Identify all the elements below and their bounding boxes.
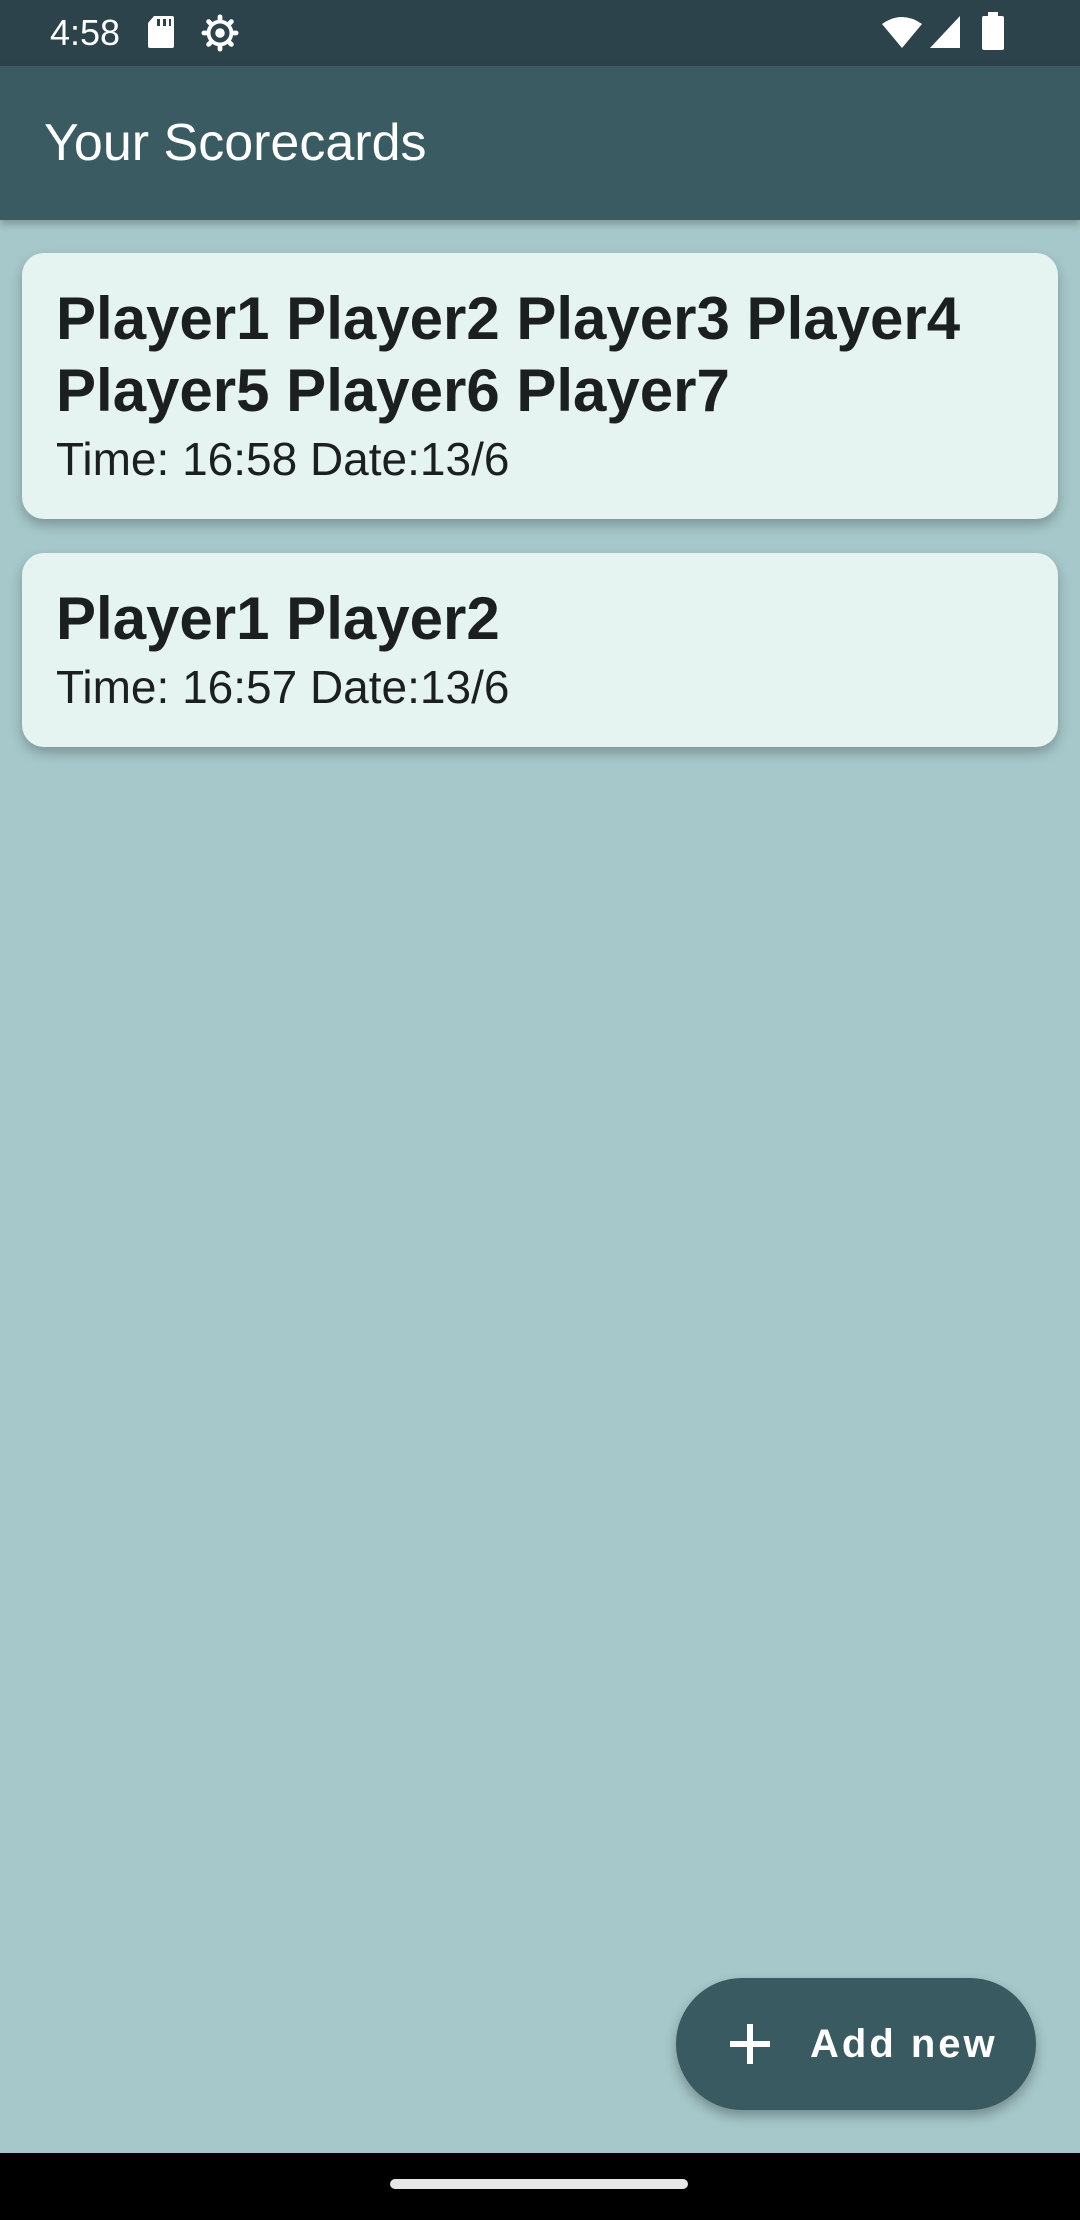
- sd-card-icon: [148, 16, 174, 48]
- app-bar: Your Scorecards: [0, 66, 1080, 220]
- scorecard-players: Player1 Player2 Player3 Player4 Player5 …: [56, 285, 961, 424]
- settings-gear-icon: [201, 14, 239, 52]
- status-time: 4:58: [50, 12, 121, 53]
- signal-icon: [930, 16, 960, 48]
- add-new-label: Add new: [810, 2022, 998, 2066]
- scorecard-card-2[interactable]: Player1 Player2 Time: 16:57 Date:13/6: [22, 553, 1058, 747]
- wifi-icon: [882, 17, 922, 48]
- page-title: Your Scorecards: [44, 114, 427, 172]
- scorecard-players: Player1 Player2: [56, 585, 500, 652]
- scorecard-time-date: Time: 16:58 Date:13/6: [56, 433, 510, 485]
- plus-icon: [730, 2024, 770, 2064]
- status-bar: 4:58: [0, 0, 1080, 66]
- add-new-button[interactable]: Add new: [676, 1978, 1036, 2110]
- battery-icon: [982, 12, 1004, 50]
- scorecard-time-date: Time: 16:57 Date:13/6: [56, 661, 510, 713]
- scorecard-card-1[interactable]: Player1 Player2 Player3 Player4 Player5 …: [22, 253, 1058, 519]
- navigation-bar: [0, 2153, 1080, 2220]
- home-indicator[interactable]: [390, 2179, 688, 2189]
